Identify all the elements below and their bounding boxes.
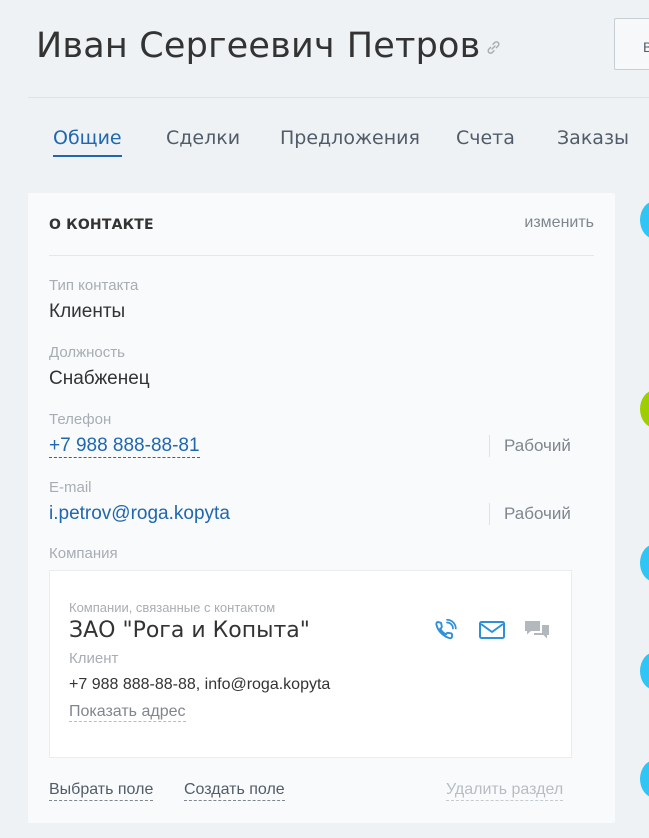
link-icon[interactable] (486, 24, 501, 64)
position-label: Должность (49, 344, 125, 361)
first-name: Иван (36, 26, 128, 66)
chat-icon[interactable] (523, 619, 551, 648)
delete-section-link[interactable]: Удалить раздел (446, 780, 564, 801)
mail-icon[interactable] (478, 619, 506, 646)
timeline-marker (640, 544, 649, 582)
contact-info-card: О КОНТАКТЕ изменить Тип контакта Клиенты… (28, 193, 615, 823)
card-title: О КОНТАКТЕ (49, 217, 154, 233)
card-divider (49, 255, 594, 256)
contact-type-label: Тип контакта (49, 277, 139, 294)
company-name[interactable]: ЗАО "Рога и Копыта" (69, 618, 310, 643)
phone-icon[interactable] (434, 618, 460, 648)
email-type: Рабочий (504, 504, 571, 523)
company-label: Компания (49, 545, 118, 562)
create-field-link[interactable]: Создать поле (184, 780, 285, 801)
timeline-marker (640, 652, 649, 690)
phone-label: Телефон (49, 411, 112, 428)
header-divider (28, 97, 649, 98)
last-name: Петров (346, 26, 481, 66)
header-action-button[interactable]: В (614, 18, 649, 70)
company-contacts: +7 988 888-88-88, info@roga.kopyta (69, 676, 331, 693)
phone-link[interactable]: +7 988 888-88-81 (49, 435, 200, 458)
tab-invoices[interactable]: Счета (456, 127, 515, 149)
company-status: Клиент (69, 650, 119, 667)
tab-orders[interactable]: Заказы (557, 127, 629, 149)
phone-type: Рабочий (504, 436, 571, 455)
timeline-marker (640, 760, 649, 798)
tab-offers[interactable]: Предложения (280, 127, 420, 149)
company-caption: Компании, связанные с контактом (69, 600, 276, 615)
header-action-label: В (643, 39, 649, 55)
show-address-link[interactable]: Показать адрес (69, 702, 186, 722)
edit-button[interactable]: изменить (524, 214, 594, 232)
email-type-separator (489, 503, 490, 525)
select-field-link[interactable]: Выбрать поле (49, 780, 154, 801)
tab-deals[interactable]: Сделки (166, 127, 240, 149)
email-link[interactable]: i.petrov@roga.kopyta (49, 503, 230, 525)
contact-type-value: Клиенты (49, 301, 126, 322)
page-title: Иван Сергеевич Петров (36, 26, 501, 67)
company-card: Компании, связанные с контактом ЗАО "Рог… (49, 570, 572, 758)
position-value: Снабженец (49, 368, 150, 389)
middle-name: Сергеевич (139, 26, 335, 66)
email-label: E-mail (49, 479, 92, 496)
timeline-marker (640, 201, 649, 239)
phone-type-separator (489, 435, 490, 457)
timeline-marker (640, 390, 649, 428)
tab-general[interactable]: Общие (53, 127, 122, 157)
